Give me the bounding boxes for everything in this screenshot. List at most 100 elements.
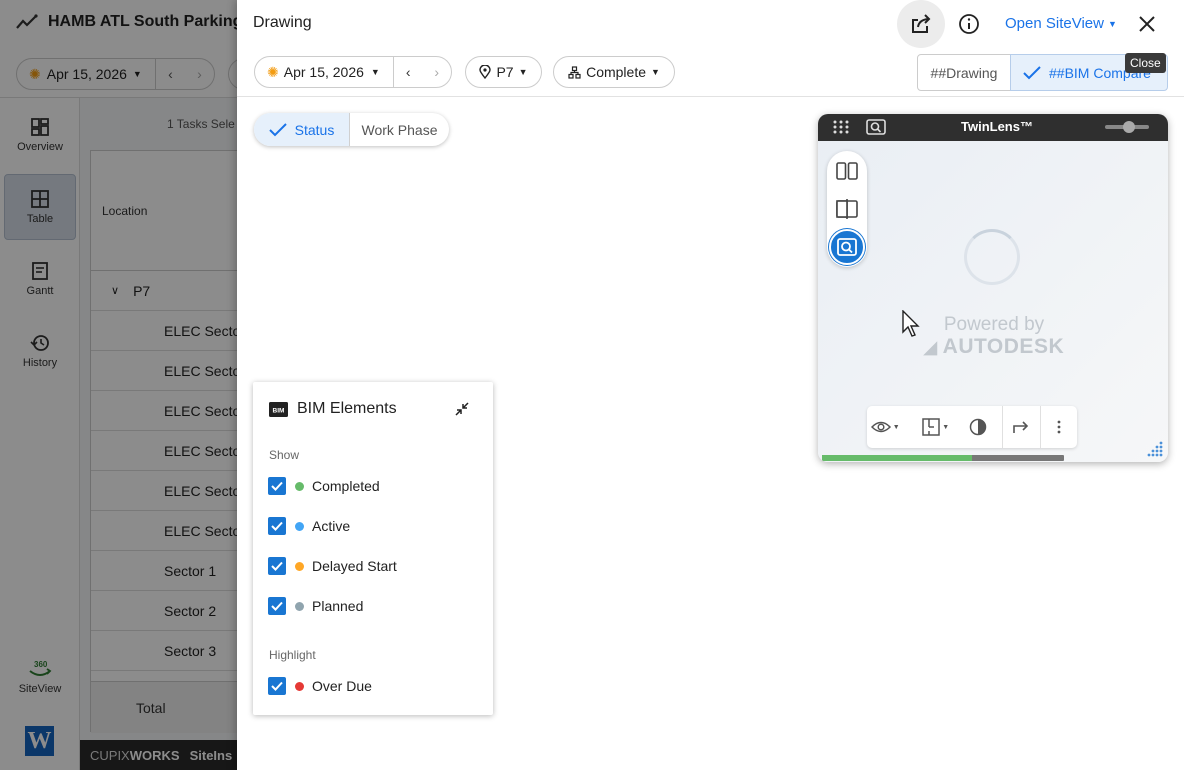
open-siteview-button[interactable]: Open SiteView ▼ xyxy=(1005,15,1117,32)
side-by-side-icon xyxy=(836,162,858,180)
floor-plan-icon xyxy=(922,418,940,436)
status-dot-active xyxy=(295,521,304,531)
status-dot-delayed-start xyxy=(295,561,304,571)
powered-by-autodesk: Powered by ◢ AUTODESK xyxy=(914,314,1074,359)
status-dot-planned xyxy=(295,601,304,611)
lens-search-icon xyxy=(837,238,857,256)
bim-icon: BIM xyxy=(269,401,288,417)
redirect-button[interactable] xyxy=(1003,406,1039,448)
twinlens-titlebar[interactable]: TwinLens™ xyxy=(818,114,1168,141)
contrast-icon xyxy=(969,418,987,436)
more-options-button[interactable] xyxy=(1041,406,1077,448)
segment-work-phase[interactable]: Work Phase xyxy=(350,113,449,146)
autodesk-logo-text: ◢ AUTODESK xyxy=(914,336,1074,359)
more-vertical-icon xyxy=(1057,420,1061,434)
show-item-label: Completed xyxy=(312,478,380,494)
checkbox-over-due[interactable] xyxy=(268,677,286,695)
check-icon xyxy=(1023,65,1041,79)
bim-elements-panel: BIM BIM Elements Show Completed Active D… xyxy=(253,382,493,715)
show-item-label: Active xyxy=(312,518,351,534)
checkbox-planned[interactable] xyxy=(268,597,286,615)
segment-status[interactable]: Status xyxy=(254,113,350,146)
redirect-arrow-icon xyxy=(1013,421,1029,433)
date-label: Apr 15, 2026 xyxy=(283,64,364,80)
screen: HAMB ATL South Parking ✺ Apr 15, 2026 ▼ … xyxy=(0,0,1184,770)
segment-work-phase-label: Work Phase xyxy=(361,121,438,138)
segment-status-label: Status xyxy=(294,121,335,138)
hierarchy-icon xyxy=(568,65,581,79)
collapse-icon xyxy=(455,402,469,416)
show-item-label: Planned xyxy=(312,598,364,614)
show-item-label: Delayed Start xyxy=(312,558,397,574)
caret-down-icon: ▼ xyxy=(651,67,660,77)
load-progress-fill xyxy=(822,455,973,461)
date-picker[interactable]: ✺ Apr 15, 2026 ▼ xyxy=(254,56,394,88)
status-dot-over-due xyxy=(295,681,304,691)
toggle-drawing-label: ##Drawing xyxy=(930,64,998,81)
eye-icon xyxy=(870,421,891,433)
bim-panel-header: BIM BIM Elements xyxy=(269,400,397,418)
view-mode-segment: Status Work Phase xyxy=(254,113,449,146)
status-dot-completed xyxy=(295,481,304,491)
caret-down-icon: ▼ xyxy=(892,423,900,431)
check-icon xyxy=(271,481,283,491)
checkbox-delayed-start[interactable] xyxy=(268,557,286,575)
sun-icon: ✺ xyxy=(267,63,279,80)
share-icon xyxy=(912,14,931,33)
check-icon xyxy=(271,601,283,611)
mode-side-by-side[interactable] xyxy=(829,153,865,189)
resize-handle-icon[interactable] xyxy=(1146,440,1164,458)
location-pin-icon xyxy=(479,65,492,79)
highlight-item-over-due[interactable]: Over Due xyxy=(268,674,372,698)
mouse-cursor-icon xyxy=(902,310,920,337)
visibility-button[interactable]: ▼ xyxy=(867,406,903,448)
divider xyxy=(237,96,1184,97)
powered-by-text: Powered by xyxy=(943,314,1045,335)
prev-date-icon[interactable]: ‹ xyxy=(406,64,411,80)
toggle-drawing[interactable]: ##Drawing xyxy=(917,54,1011,91)
mode-split[interactable] xyxy=(829,191,865,227)
floor-plan-button[interactable]: ▼ xyxy=(917,406,953,448)
info-button[interactable] xyxy=(945,0,993,48)
compare-mode-toolbar xyxy=(827,151,867,267)
collapse-button[interactable] xyxy=(455,402,469,421)
mode-lens[interactable] xyxy=(829,229,865,265)
caret-down-icon: ▼ xyxy=(518,67,528,77)
loading-spinner xyxy=(964,229,1020,285)
contrast-button[interactable] xyxy=(960,406,996,448)
drawing-drawer: Drawing Open SiteView ▼ ✺ Apr 15, 2026 ▼… xyxy=(237,0,1184,770)
modal-backdrop[interactable] xyxy=(0,0,237,770)
caret-down-icon: ▼ xyxy=(1107,18,1117,29)
drawer-title: Drawing xyxy=(253,14,312,31)
caret-down-icon: ▼ xyxy=(370,67,380,77)
show-item-active[interactable]: Active xyxy=(268,514,350,538)
check-icon xyxy=(271,681,283,691)
checkbox-active[interactable] xyxy=(268,517,286,535)
highlight-item-label: Over Due xyxy=(312,678,372,694)
caret-down-icon: ▼ xyxy=(942,423,950,431)
apps-grid-icon[interactable] xyxy=(833,120,849,134)
location-filter[interactable]: P7 ▼ xyxy=(465,56,542,88)
zoom-search-icon[interactable] xyxy=(866,119,886,135)
location-label: P7 xyxy=(496,64,514,80)
show-item-planned[interactable]: Planned xyxy=(268,594,363,618)
status-filter-label: Complete xyxy=(586,64,646,80)
twinlens-viewer[interactable]: TwinLens™ Powered by ◢ AUTODESK ▼ ▼ xyxy=(818,114,1168,462)
show-section-label: Show xyxy=(269,448,300,462)
checkbox-completed[interactable] xyxy=(268,477,286,495)
show-item-completed[interactable]: Completed xyxy=(268,474,380,498)
close-button[interactable] xyxy=(1123,0,1171,48)
info-icon xyxy=(959,14,979,34)
status-filter[interactable]: Complete ▼ xyxy=(553,56,675,88)
viewer-toolbar: ▼ ▼ xyxy=(867,406,1077,448)
check-icon xyxy=(271,521,283,531)
check-icon xyxy=(271,561,283,571)
show-item-delayed-start[interactable]: Delayed Start xyxy=(268,554,397,578)
svg-text:BIM: BIM xyxy=(273,407,285,414)
highlight-section-label: Highlight xyxy=(269,648,316,662)
autodesk-word: AUTODESK xyxy=(942,335,1065,358)
share-button[interactable] xyxy=(897,0,945,48)
next-date-icon[interactable]: › xyxy=(434,64,439,80)
split-compare-icon xyxy=(836,199,858,219)
opacity-slider-handle[interactable] xyxy=(1123,121,1135,133)
